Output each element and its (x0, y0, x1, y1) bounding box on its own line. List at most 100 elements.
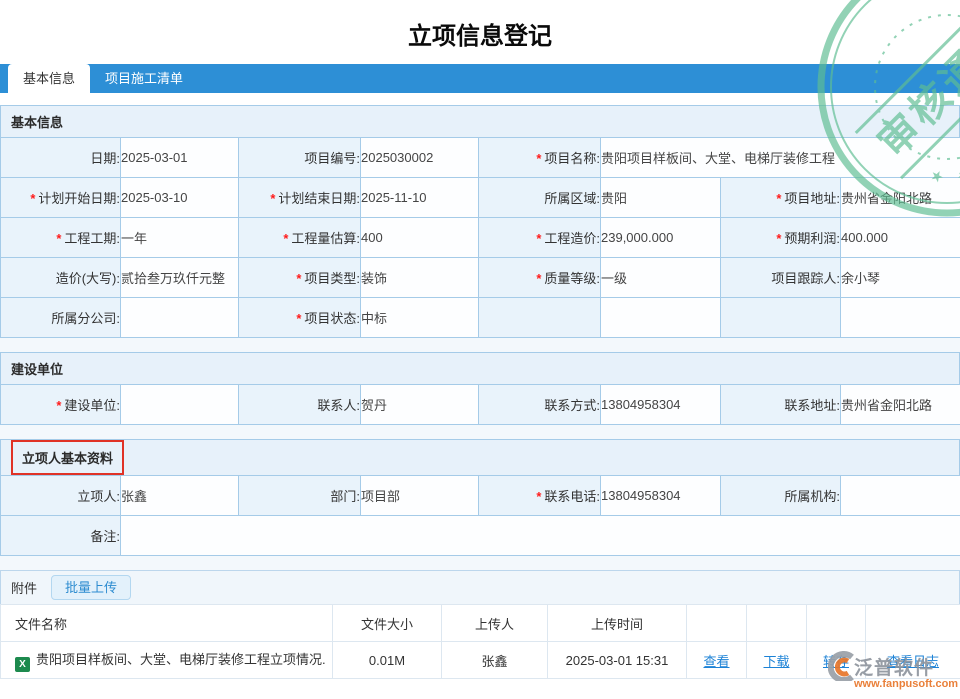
field-value-department: 项目部 (361, 476, 479, 516)
col-header-uploader: 上传人 (442, 605, 548, 642)
table-row: 立项人: 张鑫 部门: 项目部 *联系电话: 13804958304 所属机构: (1, 476, 960, 516)
field-value-quality-grade: 一级 (601, 258, 721, 298)
attachment-file-name: X 贵阳项目样板间、大堂、电梯厅装修工程立项情况. (1, 642, 333, 679)
required-mark: * (30, 191, 35, 206)
field-label: 工程工期: (64, 231, 120, 246)
required-mark: * (296, 271, 301, 286)
field-value-plan-start: 2025-03-10 (121, 178, 239, 218)
field-label: 联系方式: (544, 398, 600, 413)
field-label-cost: *工程造价: (479, 218, 601, 258)
field-label: 项目地址: (784, 191, 840, 206)
field-value-date: 2025-03-01 (121, 138, 239, 178)
tab-construction-list[interactable]: 项目施工清单 (90, 64, 198, 93)
field-label-plan-start: *计划开始日期: (1, 178, 121, 218)
field-label-project-status: *项目状态: (239, 298, 361, 338)
field-value-contact-person: 贺丹 (361, 385, 479, 425)
save-as-link[interactable]: 转存 (823, 654, 849, 669)
construction-unit-table: *建设单位: 联系人: 贺丹 联系方式: 13804958304 联系地址: 贵… (0, 384, 960, 425)
field-label-construction-unit: *建设单位: (1, 385, 121, 425)
field-value-project-type: 装饰 (361, 258, 479, 298)
field-label: 工程量估算: (291, 231, 360, 246)
required-mark: * (296, 311, 301, 326)
basic-info-table: 日期: 2025-03-01 项目编号: 2025030002 *项目名称: 贵… (0, 137, 960, 338)
section-title: 附件 (11, 578, 37, 597)
required-mark: * (56, 231, 61, 246)
field-value-expected-profit: 400.000 (841, 218, 960, 258)
field-label: 联系人: (317, 398, 360, 413)
view-log-link[interactable]: 查看日志 (887, 654, 939, 669)
field-label-duration: *工程工期: (1, 218, 121, 258)
section-title: 建设单位 (11, 359, 63, 378)
field-value-branch-company (121, 298, 239, 338)
field-label-contact-method: 联系方式: (479, 385, 601, 425)
table-row: *建设单位: 联系人: 贺丹 联系方式: 13804958304 联系地址: 贵… (1, 385, 960, 425)
field-value-cost-in-words: 贰拾叁万玖仟元整 (121, 258, 239, 298)
download-link[interactable]: 下载 (763, 654, 789, 669)
attachment-upload-time: 2025-03-01 15:31 (548, 642, 687, 679)
field-value-organization (841, 476, 960, 516)
field-value-quantity-estimate: 400 (361, 218, 479, 258)
col-header-action (747, 605, 807, 642)
field-label-tracker: 项目跟踪人: (721, 258, 841, 298)
excel-file-icon: X (15, 657, 30, 672)
table-row: *计划开始日期: 2025-03-10 *计划结束日期: 2025-11-10 … (1, 178, 960, 218)
field-label: 工程造价: (544, 231, 600, 246)
field-label: 建设单位: (64, 398, 120, 413)
vendor-url: www.fanpusoft.com (854, 678, 960, 690)
spacer (0, 425, 960, 439)
col-header-action (866, 605, 960, 642)
view-link[interactable]: 查看 (703, 654, 729, 669)
field-label-address: *项目地址: (721, 178, 841, 218)
field-label: 部门: (330, 489, 360, 504)
field-value-remarks (121, 516, 960, 556)
col-header-action (687, 605, 747, 642)
file-name-text: 贵阳项目样板间、大堂、电梯厅装修工程立项情况. (36, 652, 326, 667)
field-label: 立项人: (77, 489, 120, 504)
field-label-expected-profit: *预期利润: (721, 218, 841, 258)
field-value-tracker: 余小琴 (841, 258, 960, 298)
field-value-contact-phone: 13804958304 (601, 476, 721, 516)
section-header-founder-info: 立项人基本资料 (0, 439, 960, 475)
field-label: 计划结束日期: (278, 191, 360, 206)
field-label-date: 日期: (1, 138, 121, 178)
section-header-construction-unit: 建设单位 (0, 352, 960, 384)
required-mark: * (270, 191, 275, 206)
page-title: 立项信息登记 (0, 0, 960, 64)
section-title: 基本信息 (11, 112, 63, 131)
field-value-cost: 239,000.000 (601, 218, 721, 258)
col-header-upload-time: 上传时间 (548, 605, 687, 642)
field-label: 所属区域: (544, 191, 600, 206)
table-row: 备注: (1, 516, 960, 556)
form-content: 基本信息 日期: 2025-03-01 项目编号: 2025030002 *项目… (0, 105, 960, 661)
field-label: 计划开始日期: (38, 191, 120, 206)
field-label: 所属机构: (784, 489, 840, 504)
spacer (0, 338, 960, 352)
field-label-project-no: 项目编号: (239, 138, 361, 178)
required-mark: * (776, 191, 781, 206)
empty-value-cell (601, 298, 721, 338)
section-header-basic-info: 基本信息 (0, 105, 960, 137)
field-label: 备注: (90, 529, 120, 544)
field-label: 项目跟踪人: (771, 271, 840, 286)
field-label-contact-address: 联系地址: (721, 385, 841, 425)
tab-basic-info[interactable]: 基本信息 (8, 64, 90, 93)
batch-upload-button[interactable]: 批量上传 (51, 575, 131, 600)
field-label: 所属分公司: (51, 311, 120, 326)
field-value-project-status: 中标 (361, 298, 479, 338)
field-value-project-no: 2025030002 (361, 138, 479, 178)
field-label-remarks: 备注: (1, 516, 121, 556)
tab-bar: 基本信息 项目施工清单 (0, 64, 960, 93)
required-mark: * (56, 398, 61, 413)
field-label-region: 所属区域: (479, 178, 601, 218)
field-label-department: 部门: (239, 476, 361, 516)
attachment-row: X贵阳项目样板间、大堂、电梯厅装修工程立项情况. 0.01M 张鑫 2025-0… (1, 642, 960, 679)
field-value-plan-end: 2025-11-10 (361, 178, 479, 218)
required-mark: * (536, 489, 541, 504)
field-label: 项目状态: (304, 311, 360, 326)
empty-label-cell (721, 298, 841, 338)
field-label: 预期利润: (784, 231, 840, 246)
field-value-contact-address: 贵州省金阳北路 (841, 385, 960, 425)
field-value-founder: 张鑫 (121, 476, 239, 516)
field-label-quantity-estimate: *工程量估算: (239, 218, 361, 258)
field-label-founder: 立项人: (1, 476, 121, 516)
